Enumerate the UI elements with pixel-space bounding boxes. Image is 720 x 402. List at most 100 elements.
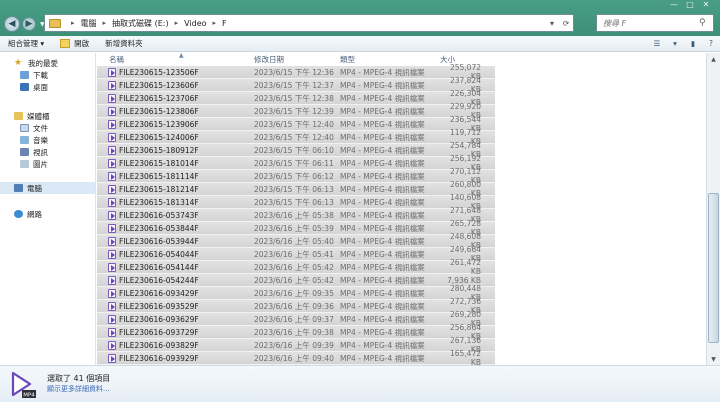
show-more-details-link[interactable]: 顯示更多詳細資料...: [47, 384, 110, 394]
new-folder-button[interactable]: 新增資料夾: [97, 38, 151, 49]
file-name-cell[interactable]: FILE230615-123806F: [97, 106, 254, 116]
sidebar-item-desktop[interactable]: 桌面: [0, 81, 95, 93]
file-name-cell[interactable]: FILE230615-123706F: [97, 93, 254, 103]
column-header-size[interactable]: 大小: [440, 54, 487, 65]
sidebar-item-documents[interactable]: 文件: [0, 122, 95, 134]
column-header-type[interactable]: 類型: [340, 54, 440, 65]
file-name-cell[interactable]: FILE230616-093829F: [97, 340, 254, 350]
file-row[interactable]: FILE230616-093429F 2023/6/16 上午 09:35 MP4 …: [97, 284, 495, 302]
search-input[interactable]: [603, 18, 699, 28]
file-name-cell[interactable]: FILE230615-124006F: [97, 132, 254, 142]
file-row[interactable]: FILE230615-123606F 2023/6/15 下午 12:37 MP4 …: [97, 76, 495, 94]
file-row[interactable]: FILE230615-123906F 2023/6/15 下午 12:40 MP4 …: [97, 115, 495, 133]
file-name-cell[interactable]: FILE230615-180912F: [97, 145, 254, 155]
back-button[interactable]: ◀: [4, 16, 20, 32]
file-name-cell[interactable]: FILE230616-053743F: [97, 210, 254, 220]
refresh-icon[interactable]: ⟳: [559, 19, 573, 28]
forward-button[interactable]: ▶: [22, 17, 36, 31]
organize-button[interactable]: 組合管理 ▾: [0, 38, 52, 49]
chevron-right-icon[interactable]: ▸: [213, 19, 217, 27]
file-row[interactable]: FILE230615-123806F 2023/6/15 下午 12:39 MP4 …: [97, 102, 495, 120]
file-row[interactable]: FILE230615-181214F 2023/6/15 下午 06:13 MP4 …: [97, 180, 495, 198]
video-file-icon: [108, 119, 116, 129]
maximize-icon[interactable]: □: [682, 0, 698, 9]
file-row[interactable]: FILE230615-180912F 2023/6/15 下午 06:10 MP4 …: [97, 141, 495, 159]
file-row[interactable]: FILE230616-093729F 2023/6/16 上午 09:38 MP4 …: [97, 323, 495, 341]
file-row[interactable]: FILE230615-124006F 2023/6/15 下午 12:40 MP4 …: [97, 128, 495, 146]
search-icon[interactable]: ⚲: [699, 18, 706, 28]
crumb-video[interactable]: Video: [184, 19, 206, 28]
preview-pane-icon[interactable]: ▮: [684, 39, 702, 48]
file-size: 261,472 KB: [449, 258, 481, 276]
column-header-date[interactable]: 修改日期: [254, 54, 340, 65]
sidebar-item-network[interactable]: 網路: [0, 208, 95, 220]
file-name-cell[interactable]: FILE230615-181314F: [97, 197, 254, 207]
file-row[interactable]: FILE230616-054144F 2023/6/16 上午 05:42 MP4 …: [97, 258, 495, 276]
desktop-icon: [20, 83, 29, 91]
crumb-f[interactable]: F: [222, 19, 227, 28]
file-row[interactable]: FILE230615-181314F 2023/6/15 下午 06:13 MP4 …: [97, 193, 495, 211]
file-row[interactable]: FILE230616-054044F 2023/6/16 上午 05:41 MP4 …: [97, 245, 495, 263]
file-row[interactable]: FILE230616-053944F 2023/6/16 上午 05:40 MP4 …: [97, 232, 495, 250]
file-row[interactable]: FILE230616-093829F 2023/6/16 上午 09:39 MP4 …: [97, 336, 495, 354]
open-button[interactable]: 開啟: [52, 38, 97, 49]
chevron-down-icon[interactable]: ▾: [545, 19, 559, 28]
column-header-name[interactable]: 名稱: [97, 54, 254, 65]
sidebar-item-pictures[interactable]: 圖片: [0, 158, 95, 170]
file-row[interactable]: FILE230616-093529F 2023/6/16 上午 09:36 MP4 …: [97, 297, 495, 315]
sidebar-item-favorites[interactable]: ★ 我的最愛: [0, 57, 95, 69]
sidebar-item-downloads[interactable]: 下載: [0, 69, 95, 81]
file-name-cell[interactable]: FILE230616-093629F: [97, 314, 254, 324]
sidebar-item-videos[interactable]: 視訊: [0, 146, 95, 158]
sidebar-item-music[interactable]: 音樂: [0, 134, 95, 146]
change-view-icon[interactable]: ☰: [648, 39, 666, 48]
file-row[interactable]: FILE230615-123506F 2023/6/15 下午 12:36 MP4 …: [97, 63, 495, 81]
file-list: ▲ 名稱 修改日期 類型 大小 FILE230615-123506F 2023/6…: [97, 52, 705, 367]
file-name-cell[interactable]: FILE230616-053844F: [97, 223, 254, 233]
crumb-drive[interactable]: 抽取式磁碟 (E:): [112, 18, 169, 29]
file-name-cell[interactable]: FILE230615-123906F: [97, 119, 254, 129]
crumb-computer[interactable]: 電腦: [81, 18, 97, 29]
file-name-cell[interactable]: FILE230616-054044F: [97, 249, 254, 259]
file-row[interactable]: FILE230616-093629F 2023/6/16 上午 09:37 MP4 …: [97, 310, 495, 328]
address-bar[interactable]: ▸ 電腦 ▸ 抽取式磁碟 (E:) ▸ Video ▸ F ▾ ⟳: [44, 14, 574, 32]
sidebar-item-computer[interactable]: 電腦: [0, 182, 95, 194]
video-file-icon: [108, 340, 116, 350]
file-type: MP4 - MPEG-4 視訊檔案: [340, 249, 425, 259]
minimize-icon[interactable]: —: [666, 0, 682, 9]
chevron-right-icon[interactable]: ▸: [71, 19, 75, 27]
close-icon[interactable]: ✕: [698, 0, 714, 9]
file-row[interactable]: FILE230616-053844F 2023/6/16 上午 05:39 MP4 …: [97, 219, 495, 237]
scroll-down-icon[interactable]: ▼: [707, 353, 720, 365]
file-name-cell[interactable]: FILE230616-093929F: [97, 353, 254, 363]
chevron-down-icon[interactable]: ▾: [666, 39, 684, 48]
file-name-cell[interactable]: FILE230616-093529F: [97, 301, 254, 311]
file-name-cell[interactable]: FILE230616-054144F: [97, 262, 254, 272]
file-name-cell[interactable]: FILE230615-123506F: [97, 67, 254, 77]
file-name-cell[interactable]: FILE230616-093729F: [97, 327, 254, 337]
file-row[interactable]: FILE230615-181114F 2023/6/15 下午 06:12 MP4 …: [97, 167, 495, 185]
file-row[interactable]: FILE230615-181014F 2023/6/15 下午 06:11 MP4 …: [97, 154, 495, 172]
file-name-cell[interactable]: FILE230616-053944F: [97, 236, 254, 246]
sidebar-item-label: 網路: [27, 209, 42, 219]
chevron-right-icon[interactable]: ▸: [103, 19, 107, 27]
scroll-up-icon[interactable]: ▲: [707, 53, 720, 65]
file-name-cell[interactable]: FILE230615-181014F: [97, 158, 254, 168]
sidebar-item-libraries[interactable]: 媒體櫃: [0, 110, 95, 122]
video-file-icon: [108, 327, 116, 337]
scroll-thumb[interactable]: [708, 193, 719, 343]
file-row[interactable]: FILE230616-053743F 2023/6/16 上午 05:38 MP4 …: [97, 206, 495, 224]
help-icon[interactable]: ?: [702, 39, 720, 48]
file-name-cell[interactable]: FILE230615-181214F: [97, 184, 254, 194]
file-row[interactable]: FILE230616-054244F 2023/6/16 上午 05:42 MP4 …: [97, 274, 495, 287]
video-file-icon: [108, 210, 116, 220]
file-row[interactable]: FILE230616-093929F 2023/6/16 上午 09:40 MP4 …: [97, 349, 495, 367]
file-name-cell[interactable]: FILE230616-093429F: [97, 288, 254, 298]
file-row[interactable]: FILE230615-123706F 2023/6/15 下午 12:38 MP4 …: [97, 89, 495, 107]
file-name-cell[interactable]: FILE230615-181114F: [97, 171, 254, 181]
vertical-scrollbar[interactable]: ▲ ▼: [706, 53, 720, 365]
file-name-cell[interactable]: FILE230615-123606F: [97, 80, 254, 90]
file-name-cell[interactable]: FILE230616-054244F: [97, 275, 254, 285]
chevron-right-icon[interactable]: ▸: [175, 19, 179, 27]
search-box[interactable]: ⚲: [596, 14, 714, 32]
